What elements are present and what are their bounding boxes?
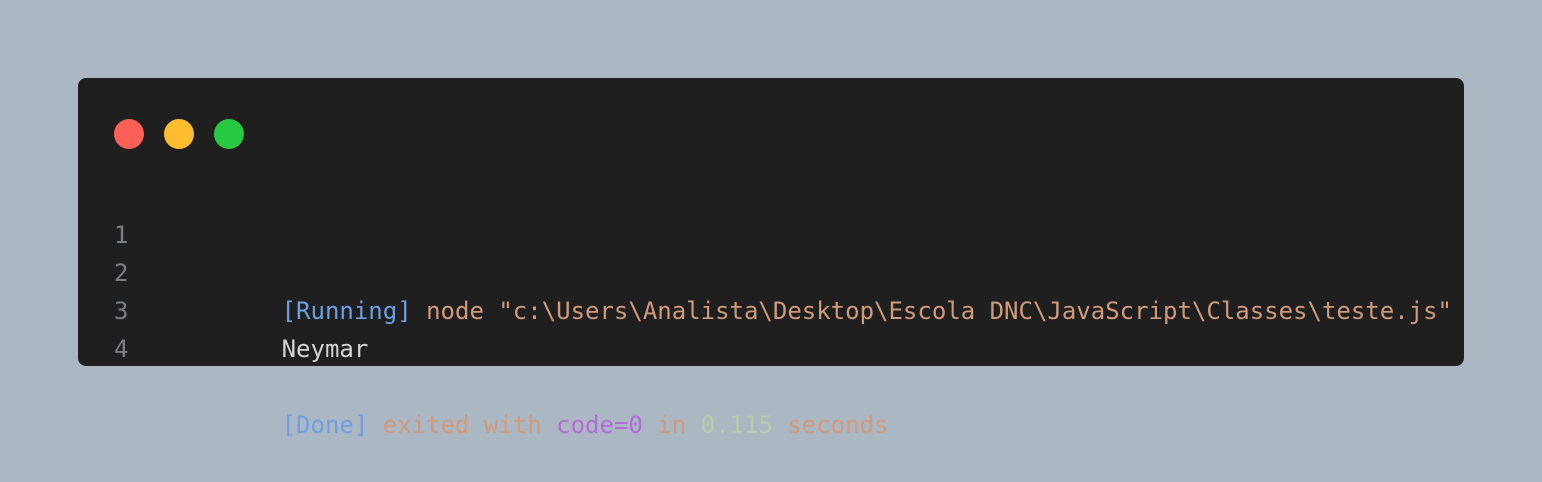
output-line-3: 3 [78, 254, 165, 325]
seconds-text: seconds [772, 411, 889, 439]
done-tag: [Done] [281, 411, 369, 439]
exit-text: exited with [368, 411, 557, 439]
terminal-window: 1 [Running] node "c:\Users\Analista\Desk… [78, 78, 1464, 439]
maximize-dot-icon[interactable] [214, 119, 244, 149]
output-line-4: 4 [Done] exited with code=0 in 0.115 sec… [78, 292, 888, 439]
program-output: Neymar [281, 335, 369, 363]
line-content: [Done] exited with code=0 in 0.115 secon… [166, 368, 889, 482]
output-line-1: 1 [Running] node "c:\Users\Analista\Desk… [78, 178, 1452, 325]
in-text: in [642, 411, 701, 439]
output-panel: 1 [Running] node "c:\Users\Analista\Desk… [78, 178, 1452, 439]
close-dot-icon[interactable] [114, 119, 144, 149]
output-line-2: 2 Neymar [78, 216, 368, 363]
minimize-dot-icon[interactable] [164, 119, 194, 149]
duration-value: 0.115 [700, 411, 773, 439]
command-text: node "c:\Users\Analista\Desktop\Escola D… [411, 297, 1452, 325]
line-number: 4 [114, 335, 129, 363]
exit-code: code=0 [556, 411, 643, 439]
